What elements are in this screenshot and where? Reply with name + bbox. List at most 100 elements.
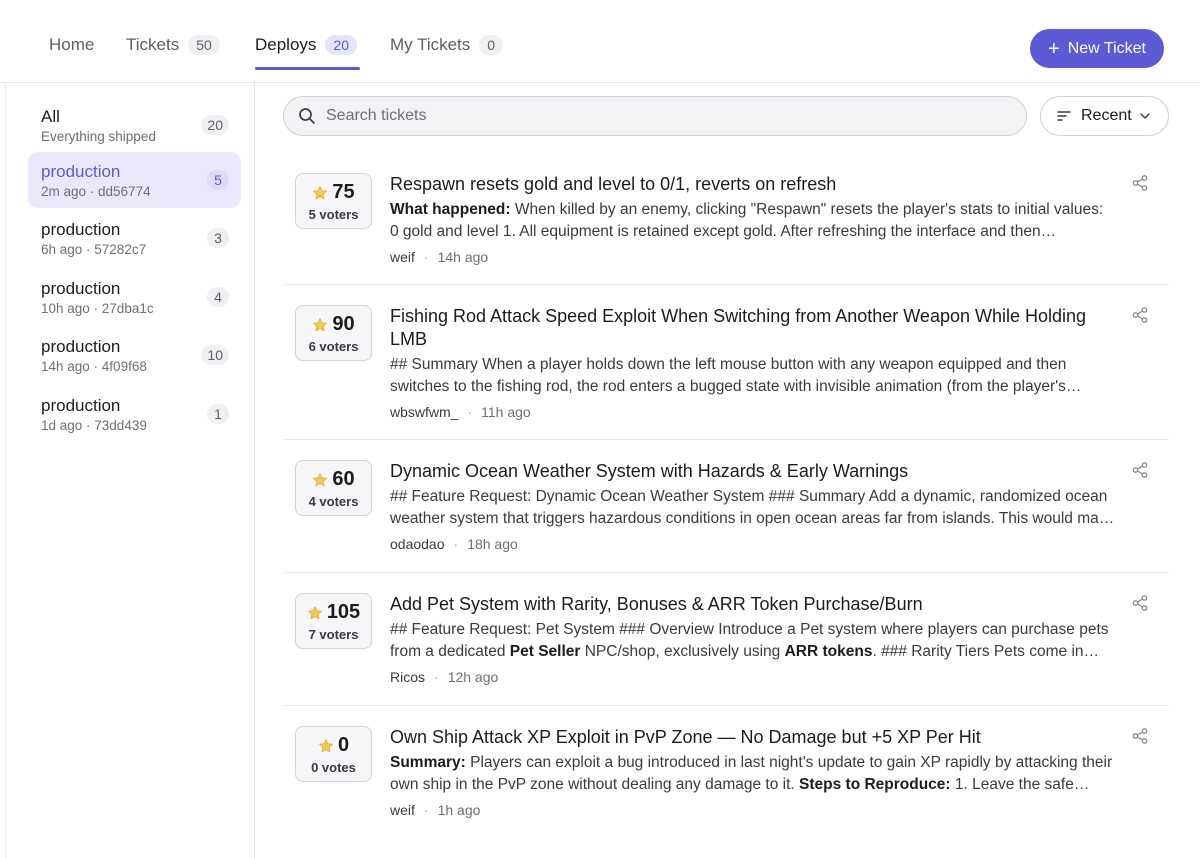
star-icon <box>318 738 334 752</box>
sidebar-item-subtitle: 2m ago · dd56774 <box>41 184 151 199</box>
tab-deploys[interactable]: Deploys 20 <box>255 35 357 55</box>
sidebar-item-deploy[interactable]: production 10h ago · 27dba1c 4 <box>28 269 241 325</box>
sidebar-item-title: production <box>41 279 121 298</box>
ticket-title[interactable]: Dynamic Ocean Weather System with Hazard… <box>390 460 1110 483</box>
sidebar-item-deploy[interactable]: production 1d ago · 73dd439 1 <box>28 386 241 442</box>
summary-bold-text: Summary: <box>390 754 466 771</box>
vote-button[interactable]: 75 5 voters <box>295 173 372 229</box>
meta-separator: · <box>434 669 439 685</box>
tab-label: Deploys <box>255 35 317 54</box>
tab-home[interactable]: Home <box>49 35 94 55</box>
meta-separator: · <box>453 536 459 552</box>
ticket-row[interactable]: 60 4 voters Dynamic Ocean Weather System w… <box>283 440 1169 573</box>
vote-count-row: 90 <box>296 313 371 336</box>
ticket-summary: ## Summary When a player holds down the … <box>390 354 1116 398</box>
ticket-title[interactable]: Own Ship Attack XP Exploit in PvP Zone —… <box>390 726 1110 749</box>
ticket-meta: weif · 1h ago <box>390 802 480 818</box>
tab-label: Tickets <box>126 35 180 54</box>
vote-button[interactable]: 60 4 voters <box>295 460 372 516</box>
search-icon <box>299 108 315 124</box>
meta-separator: · <box>423 249 429 265</box>
search-input[interactable] <box>326 107 1006 125</box>
tab-count-badge: 50 <box>188 35 220 55</box>
ticket-time: 12h ago <box>447 669 499 685</box>
vote-button[interactable]: 0 0 votes <box>295 726 372 782</box>
ticket-row[interactable]: 75 5 voters Respawn resets gold and level … <box>283 153 1169 285</box>
vote-count-row: 105 <box>296 601 371 624</box>
sidebar-item-subtitle: 10h ago · 27dba1c <box>41 301 154 316</box>
summary-text: ## Feature Request: Dynamic Ocean Weathe… <box>390 488 1116 527</box>
star-icon <box>313 185 328 199</box>
sidebar-item-deploy[interactable]: production 14h ago · 4f09f68 10 <box>28 327 241 383</box>
sidebar-item-deploy[interactable]: production 2m ago · dd56774 5 <box>28 152 241 208</box>
sidebar-item-count: 1 <box>207 404 229 424</box>
ticket-row[interactable]: 0 0 votes Own Ship Attack XP Exploit in Pv… <box>283 706 1169 858</box>
sort-dropdown[interactable]: Recent <box>1040 96 1169 136</box>
sidebar-item-deploy[interactable]: production 6h ago · 57282c7 3 <box>28 210 241 266</box>
share-button[interactable] <box>1132 728 1148 749</box>
ticket-author[interactable]: Ricos <box>390 669 425 685</box>
summary-text: ## Summary When a player holds down the … <box>390 356 1067 395</box>
ticket-summary: Summary: Players can exploit a bug intro… <box>390 752 1116 796</box>
summary-bold-text: What happened: <box>390 201 511 218</box>
chevron-down-icon <box>1140 113 1150 119</box>
ticket-author[interactable]: weif <box>390 802 415 818</box>
voter-count: 5 voters <box>308 207 359 222</box>
vote-count: 75 <box>332 181 355 203</box>
vote-count: 0 <box>337 734 350 756</box>
share-button[interactable] <box>1132 175 1148 196</box>
tab-my-tickets[interactable]: My Tickets 0 <box>390 35 504 55</box>
meta-separator: · <box>423 802 429 818</box>
voter-count: 6 voters <box>308 339 359 354</box>
tab-tickets[interactable]: Tickets 50 <box>126 35 220 55</box>
tab-count-badge: 0 <box>479 35 504 55</box>
sidebar-item-count: 5 <box>207 170 229 190</box>
share-icon <box>1132 307 1148 323</box>
ticket-summary: ## Feature Request: Pet System ### Overv… <box>390 619 1116 663</box>
sidebar-item-subtitle: Everything shipped <box>41 129 156 144</box>
sidebar-item-title: production <box>41 162 121 181</box>
sidebar-item-all[interactable]: All Everything shipped 20 <box>28 97 241 153</box>
ticket-summary: What happened: When killed by an enemy, … <box>390 199 1116 243</box>
ticket-time: 14h ago <box>437 249 489 265</box>
share-icon <box>1132 462 1148 478</box>
new-ticket-button[interactable]: + New Ticket <box>1030 29 1164 68</box>
vote-count-row: 75 <box>296 181 371 204</box>
ticket-meta: wbswfwm_ · 11h ago <box>390 404 531 420</box>
vote-count-row: 60 <box>296 468 371 491</box>
star-icon <box>313 317 328 331</box>
share-button[interactable] <box>1132 462 1148 483</box>
ticket-meta: odaodao · 18h ago <box>390 536 518 552</box>
ticket-row[interactable]: 90 6 voters Fishing Rod Attack Speed Explo… <box>283 285 1169 440</box>
share-icon <box>1132 728 1148 744</box>
sidebar-item-count: 3 <box>207 228 229 248</box>
star-icon <box>307 605 322 619</box>
ticket-author[interactable]: wbswfwm_ <box>390 404 458 420</box>
vote-count-row: 0 <box>296 734 371 757</box>
ticket-row[interactable]: 105 7 voters Add Pet System with Rarity, B… <box>283 573 1169 706</box>
new-ticket-label: New Ticket <box>1067 39 1146 57</box>
share-button[interactable] <box>1132 307 1148 328</box>
ticket-title[interactable]: Fishing Rod Attack Speed Exploit When Sw… <box>390 305 1110 351</box>
ticket-author[interactable]: odaodao <box>390 536 445 552</box>
vote-button[interactable]: 90 6 voters <box>295 305 372 361</box>
vote-count: 90 <box>332 313 355 335</box>
ticket-author[interactable]: weif <box>390 249 415 265</box>
sidebar-item-subtitle: 14h ago · 4f09f68 <box>41 359 147 374</box>
ticket-title[interactable]: Add Pet System with Rarity, Bonuses & AR… <box>390 593 1110 616</box>
sidebar-item-count: 4 <box>207 287 229 307</box>
summary-bold-text: Pet Seller <box>509 643 581 660</box>
sidebar-item-title: production <box>41 396 121 415</box>
search-box[interactable] <box>283 96 1027 136</box>
sidebar-item-title: All <box>41 107 60 126</box>
sidebar-item-count: 10 <box>201 345 229 365</box>
share-button[interactable] <box>1132 595 1148 616</box>
sidebar-item-count: 20 <box>201 115 229 135</box>
tab-label: Home <box>49 35 95 54</box>
vote-button[interactable]: 105 7 voters <box>295 593 372 649</box>
summary-bold-text: Steps to Reproduce: <box>799 776 951 793</box>
vote-count: 105 <box>326 601 361 623</box>
voter-count: 0 votes <box>311 760 356 775</box>
active-tab-indicator <box>255 67 360 70</box>
ticket-title[interactable]: Respawn resets gold and level to 0/1, re… <box>390 173 1110 196</box>
